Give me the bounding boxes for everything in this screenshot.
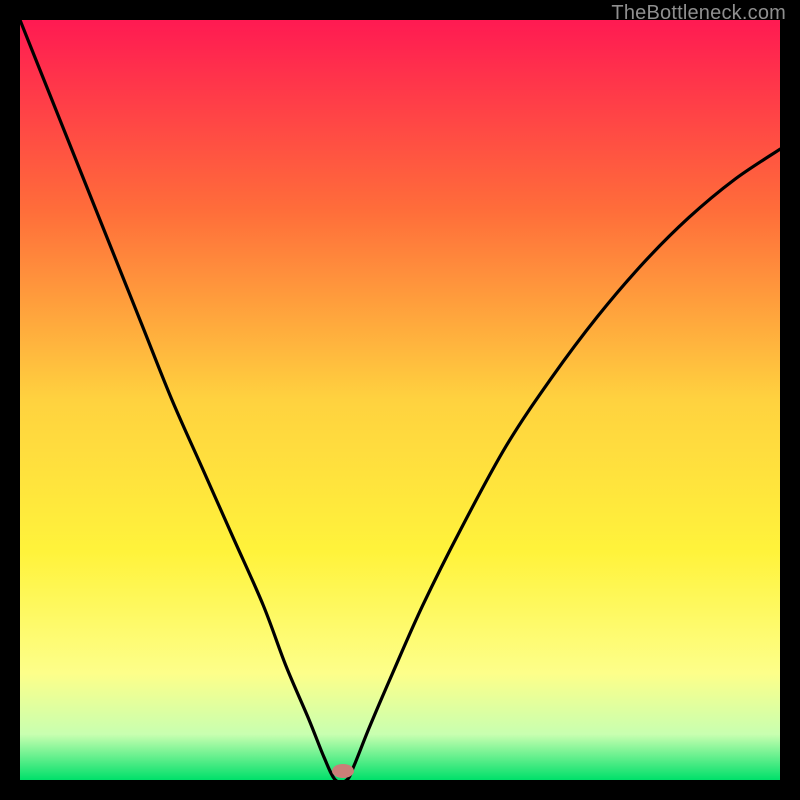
chart-frame: TheBottleneck.com xyxy=(0,0,800,800)
bottleneck-curve xyxy=(20,20,780,780)
watermark-text: TheBottleneck.com xyxy=(611,2,786,25)
plot-area xyxy=(20,20,780,780)
